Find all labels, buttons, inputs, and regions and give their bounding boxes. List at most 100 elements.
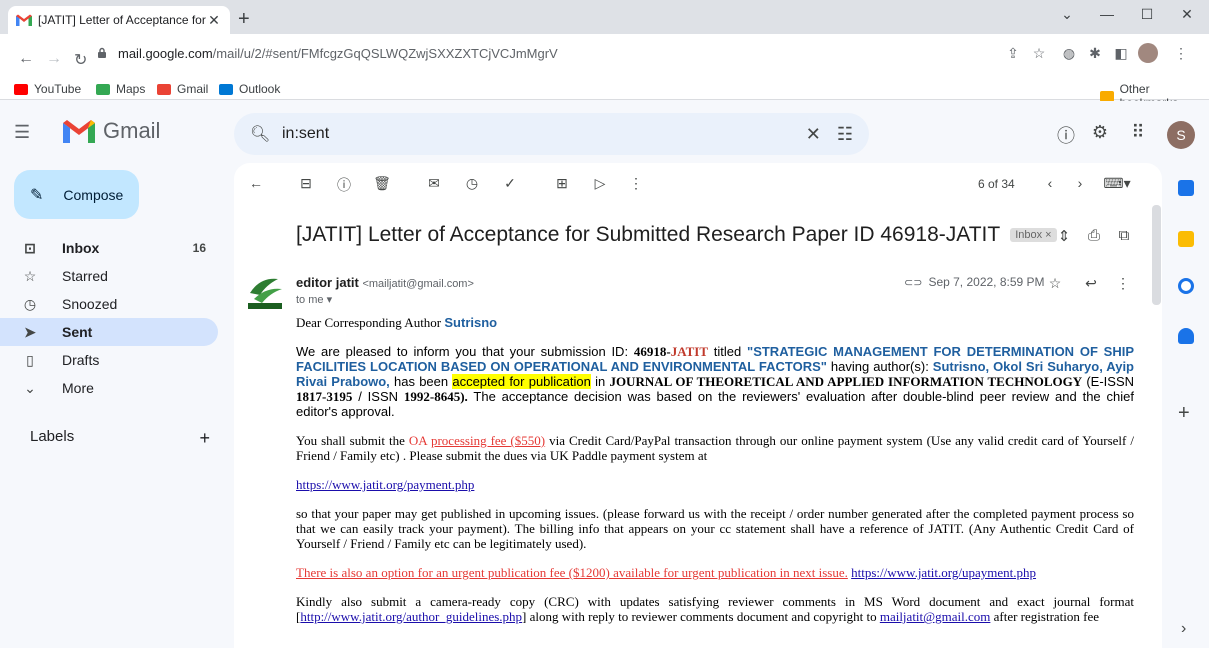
move-to-icon[interactable]: ⊞	[552, 175, 572, 192]
paragraph-acceptance: We are pleased to inform you that your s…	[296, 344, 1135, 419]
forward-icon[interactable]: →	[46, 50, 62, 68]
print-icon[interactable]: ⎙	[1084, 227, 1104, 244]
delete-icon[interactable]: 🗑︎	[372, 175, 392, 192]
maximize-icon[interactable]: ☐	[1132, 6, 1162, 23]
pencil-icon: ✎	[30, 186, 44, 204]
close-window-icon[interactable]: ✕	[1172, 6, 1202, 23]
gmail-m-icon	[63, 120, 95, 143]
extension-globe-icon[interactable]: ◍	[1060, 45, 1078, 62]
new-tab-button[interactable]: +	[238, 8, 250, 31]
journal-email-link[interactable]: mailjatit@gmail.com	[880, 609, 991, 624]
add-label-button[interactable]: +	[199, 428, 210, 449]
processing-fee-link[interactable]: processing fee ($550)	[431, 433, 545, 448]
payment-link[interactable]: https://www.jatit.org/payment.php	[296, 477, 474, 492]
urgent-payment-link[interactable]: https://www.jatit.org/upayment.php	[851, 565, 1036, 580]
outlook-icon	[219, 83, 233, 95]
sender-name[interactable]: editor jatit	[296, 275, 359, 290]
clear-search-icon[interactable]: ✕	[806, 124, 821, 145]
report-spam-icon[interactable]: ⓘ	[334, 175, 354, 195]
star-icon: ☆	[23, 267, 37, 284]
message-more-icon[interactable]: ⋮	[1114, 275, 1132, 292]
calendar-icon[interactable]	[1178, 180, 1194, 196]
urgent-fee-text[interactable]: There is also an option for an urgent pu…	[296, 565, 848, 580]
share-icon[interactable]: ⇪	[1004, 45, 1022, 62]
tab-close-icon[interactable]: ✕	[206, 12, 222, 29]
greeting: Dear Corresponding Author Sutrisno	[296, 315, 498, 330]
url-host: mail.google.com	[118, 45, 213, 61]
compose-button[interactable]: ✎ Compose	[14, 170, 139, 219]
tab-search-icon[interactable]: ⌄	[1052, 6, 1082, 23]
expand-collapse-icon[interactable]: ⇕	[1054, 227, 1074, 245]
keep-icon[interactable]	[1178, 231, 1194, 247]
star-message-icon[interactable]: ☆	[1046, 275, 1064, 292]
sidebar-item-sent[interactable]: ➤ Sent	[0, 318, 218, 346]
snooze-icon[interactable]: ◷	[462, 175, 482, 192]
next-message-icon[interactable]: ›	[1070, 175, 1090, 191]
prev-message-icon[interactable]: ‹	[1040, 175, 1060, 191]
search-input[interactable]: in:sent	[282, 125, 806, 143]
show-side-panel-icon[interactable]: ›	[1181, 620, 1186, 638]
apps-grid-icon[interactable]: ⠿	[1126, 122, 1150, 143]
more-actions-icon[interactable]: ⋮	[626, 175, 646, 192]
account-avatar[interactable]: S	[1167, 121, 1195, 149]
mark-unread-icon[interactable]: ✉	[424, 175, 444, 192]
gmail-logo[interactable]: Gmail	[63, 118, 160, 144]
sidebar-item-drafts[interactable]: ▯ Drafts	[0, 346, 218, 374]
bookmark-maps[interactable]: Maps	[96, 82, 145, 96]
bookmark-star-icon[interactable]: ☆	[1030, 45, 1048, 62]
search-options-icon[interactable]: ☷	[837, 124, 853, 145]
address-bar[interactable]: mail.google.com/mail/u/2/#sent/FMfcgzGqQ…	[96, 40, 1016, 66]
reply-icon[interactable]: ↩	[1082, 275, 1100, 292]
tab-title: [JATIT] Letter of Acceptance for S	[38, 13, 206, 27]
sidebar-item-starred[interactable]: ☆ Starred	[0, 262, 218, 290]
bookmark-outlook[interactable]: Outlook	[219, 82, 280, 96]
send-icon: ➤	[24, 323, 36, 340]
labels-section: Labels +	[30, 428, 210, 449]
paragraph-billing: so that your paper may get published in …	[296, 506, 1134, 551]
open-new-window-icon[interactable]: ⧉	[1114, 227, 1134, 244]
extensions-icon[interactable]: ✱	[1086, 45, 1104, 62]
gmail-icon	[157, 83, 171, 95]
settings-gear-icon[interactable]: ⚙	[1088, 122, 1112, 143]
inbox-label-badge[interactable]: Inbox ×	[1010, 228, 1057, 242]
help-icon[interactable]: ⓘ	[1054, 122, 1078, 148]
input-tools-icon[interactable]: ⌨▾	[1102, 175, 1132, 192]
message-date: ⊂⊃ Sep 7, 2022, 8:59 PM	[904, 275, 1045, 289]
bookmark-gmail[interactable]: Gmail	[157, 82, 208, 96]
back-to-list-icon[interactable]: ←	[246, 175, 266, 191]
side-panel-icon[interactable]: ◧	[1112, 45, 1130, 62]
browser-tab[interactable]: [JATIT] Letter of Acceptance for S ✕	[8, 6, 230, 34]
recipient-dropdown[interactable]: to me ▾	[296, 293, 332, 306]
search-icon[interactable]: 🔍︎	[250, 124, 270, 144]
inbox-icon: ⊡	[24, 239, 36, 256]
back-icon[interactable]: ←	[18, 50, 34, 68]
sidebar-item-inbox[interactable]: ⊡ Inbox 16	[0, 234, 218, 262]
main-menu-icon[interactable]: ☰	[14, 122, 30, 143]
profile-avatar-icon[interactable]	[1138, 43, 1158, 63]
tab-strip: [JATIT] Letter of Acceptance for S ✕ + ⌄…	[0, 0, 1209, 34]
tasks-icon[interactable]	[1178, 278, 1194, 294]
maps-icon	[96, 83, 110, 95]
paragraph-payment-link: https://www.jatit.org/payment.php	[296, 477, 1134, 492]
contacts-icon[interactable]	[1178, 328, 1194, 344]
menu-dots-icon[interactable]: ⋮	[1172, 45, 1190, 62]
bookmark-youtube[interactable]: YouTube	[14, 82, 81, 96]
folder-icon	[1100, 90, 1114, 102]
message-scrollbar[interactable]	[1152, 205, 1161, 305]
minimize-icon[interactable]: —	[1092, 6, 1122, 22]
gmail-favicon-icon	[16, 12, 32, 28]
archive-icon[interactable]: ⊟	[296, 175, 316, 192]
lock-icon	[98, 47, 106, 58]
add-task-icon[interactable]: ✓	[500, 175, 520, 192]
inbox-count: 16	[192, 241, 206, 255]
sidebar-item-snoozed[interactable]: ◷ Snoozed	[0, 290, 218, 318]
get-addons-icon[interactable]: +	[1178, 402, 1190, 425]
label-icon[interactable]: ▷	[590, 175, 610, 192]
url-path: /mail/u/2/#sent/FMfcgzGqQSLWQZwjSXXZXTCj…	[212, 45, 558, 61]
search-bar[interactable]: 🔍︎ in:sent ✕ ☷	[234, 113, 869, 155]
message-pane: ← ⊟ ⓘ 🗑︎ ✉ ◷ ✓ ⊞ ▷ ⋮ 6 of 34 ‹ › ⌨▾ [JAT…	[234, 163, 1162, 648]
paragraph-urgent: There is also an option for an urgent pu…	[296, 565, 1134, 580]
reload-icon[interactable]: ↻	[74, 50, 87, 70]
sidebar-item-more[interactable]: ⌄ More	[0, 374, 218, 402]
author-guidelines-link[interactable]: http://www.jatit.org/author_guidelines.p…	[300, 609, 522, 624]
